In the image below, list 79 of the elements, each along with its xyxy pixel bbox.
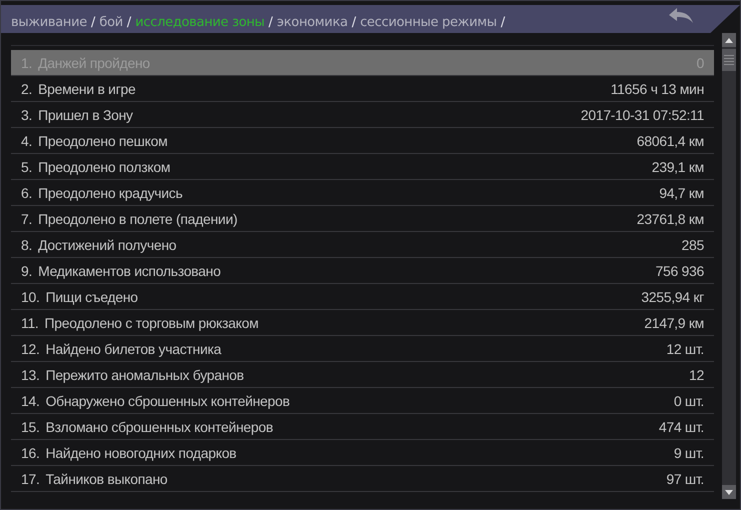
stat-name: Преодолено пешком xyxy=(38,132,168,148)
stat-name: Преодолено в полете (падении) xyxy=(38,210,238,226)
stat-row[interactable]: 17. Тайников выкопано 97 шт. xyxy=(11,466,714,492)
stat-row[interactable]: 4. Преодолено пешком 68061,4 км xyxy=(11,128,714,154)
stat-value: 756 936 xyxy=(655,262,704,278)
row-number: 4. xyxy=(21,132,32,148)
stat-row[interactable]: 12. Найдено билетов участника 12 шт. xyxy=(11,336,714,362)
stat-row[interactable]: 7. Преодолено в полете (падении) 23761,8 км xyxy=(11,206,714,232)
scroll-down-button[interactable] xyxy=(722,485,736,499)
stat-name: Тайников выкопано xyxy=(46,470,168,486)
row-number: 8. xyxy=(21,236,32,252)
stat-name: Достижений получено xyxy=(38,236,176,252)
stat-value: 474 шт. xyxy=(658,418,704,434)
separator: / xyxy=(500,15,506,30)
stat-name: Найдено новогодних подарков xyxy=(46,444,236,460)
row-number: 17. xyxy=(21,470,40,486)
scrollbar[interactable] xyxy=(722,33,736,499)
scroll-thumb[interactable] xyxy=(722,49,736,71)
row-number: 10. xyxy=(21,288,40,304)
row-number: 6. xyxy=(21,184,32,200)
stat-value: 2147,9 км xyxy=(644,314,704,330)
stat-value: 94,7 км xyxy=(659,184,704,200)
stat-name: Преодолено ползком xyxy=(38,158,170,174)
breadcrumb-link[interactable]: экономика xyxy=(276,15,348,30)
separator: / xyxy=(352,15,356,30)
stat-name: Найдено билетов участника xyxy=(46,340,222,356)
stat-name: Преодолено с торговым рюкзаком xyxy=(44,314,258,330)
stat-row[interactable]: 6. Преодолено крадучись 94,7 км xyxy=(11,180,714,206)
stat-name: Преодолено крадучись xyxy=(38,184,182,200)
down-arrow-icon xyxy=(725,490,733,494)
row-number: 16. xyxy=(21,444,40,460)
stat-row[interactable]: 14. Обнаружено сброшенных контейнеров 0 шт. xyxy=(11,388,714,414)
stat-name: Взломано сброшенных контейнеров xyxy=(46,418,274,434)
breadcrumb-link[interactable]: выживание xyxy=(11,15,87,30)
stat-value: 0 шт. xyxy=(674,392,704,408)
stat-name: Времени в игре xyxy=(38,80,136,96)
stat-row[interactable]: 3. Пришел в Зону 2017-10-31 07:52:11 xyxy=(11,102,714,128)
row-number: 7. xyxy=(21,210,32,226)
stat-row[interactable]: 15. Взломано сброшенных контейнеров 474 шт. xyxy=(11,414,714,440)
separator: / xyxy=(90,15,96,30)
stat-value: 12 шт. xyxy=(666,340,704,356)
row-number: 13. xyxy=(21,366,40,382)
stat-value: 23761,8 км xyxy=(636,210,704,226)
row-number: 14. xyxy=(21,392,40,408)
stat-row[interactable]: 10. Пищи съедено 3255,94 кг xyxy=(11,284,714,310)
stat-value: 3255,94 кг xyxy=(641,288,704,304)
stat-value: 12 xyxy=(689,366,704,382)
stat-value: 285 xyxy=(682,236,704,252)
scroll-up-button[interactable] xyxy=(722,33,736,47)
stat-row[interactable]: 9. Медикаментов использовано 756 936 xyxy=(11,258,714,284)
stat-value: 9 шт. xyxy=(674,444,704,460)
row-number: 11. xyxy=(21,314,39,330)
stat-value: 11656 ч 13 мин xyxy=(610,80,704,96)
stat-row[interactable]: 2. Времени в игре 11656 ч 13 мин xyxy=(11,76,714,102)
breadcrumb-link[interactable]: бой xyxy=(99,15,123,30)
stat-name: Пищи съедено xyxy=(46,288,138,304)
up-arrow-icon xyxy=(725,38,733,42)
stat-value: 68061,4 км xyxy=(636,132,704,148)
stat-row[interactable]: 5. Преодолено ползком 239,1 км xyxy=(11,154,714,180)
row-number: 9. xyxy=(21,262,32,278)
stat-row[interactable]: 13. Пережито аномальных буранов 12 xyxy=(11,362,714,388)
row-number: 3. xyxy=(21,106,32,122)
stat-name: Пережито аномальных буранов xyxy=(46,366,244,382)
stat-value: 97 шт. xyxy=(666,470,704,486)
stat-value: 2017-10-31 07:52:11 xyxy=(580,106,704,122)
row-number: 12. xyxy=(21,340,40,356)
stat-row[interactable]: 11. Преодолено с торговым рюкзаком 2147,9 км xyxy=(11,310,714,336)
stat-row[interactable]: 16. Найдено новогодних подарков 9 шт. xyxy=(11,440,714,466)
row-number: 5. xyxy=(21,158,32,174)
separator: / xyxy=(268,15,273,30)
row-number: 15. xyxy=(21,418,40,434)
stat-row[interactable]: 8. Достижений получено 285 xyxy=(11,232,714,258)
breadcrumb-link[interactable]: сессионные режимы xyxy=(360,15,497,30)
row-number: 2. xyxy=(21,80,32,96)
stat-name: Пришел в Зону xyxy=(38,106,133,122)
stat-name: Медикаментов использовано xyxy=(38,262,221,278)
stat-name: Обнаружено сброшенных контейнеров xyxy=(46,392,290,408)
stat-value: 239,1 км xyxy=(652,158,704,174)
separator: / xyxy=(126,15,132,30)
